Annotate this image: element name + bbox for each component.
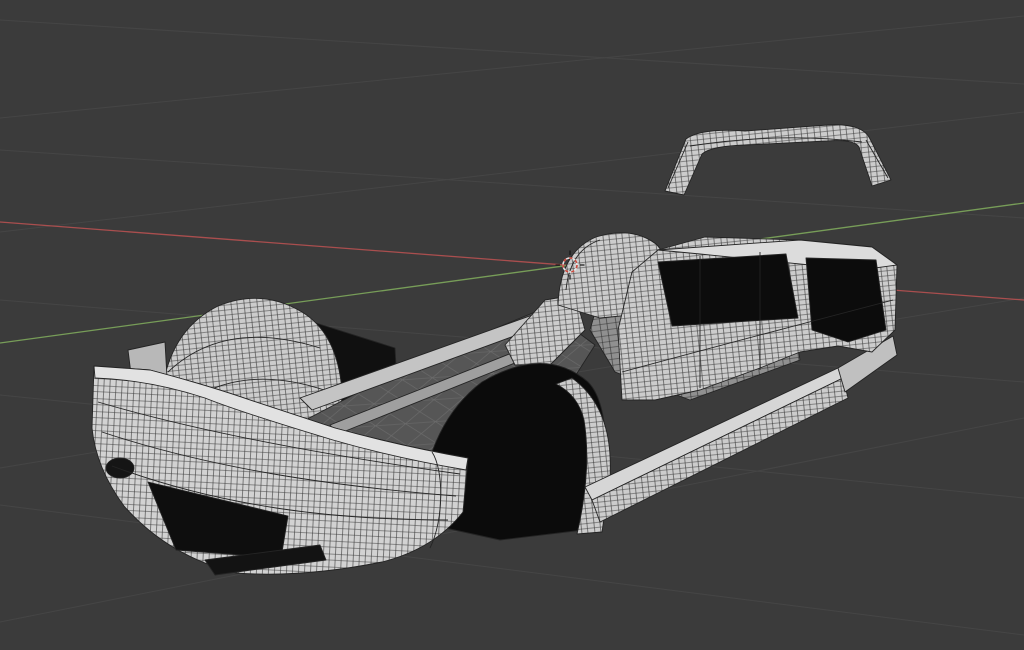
viewport-canvas[interactable] <box>0 0 1024 650</box>
rear-right-wheel-opening <box>805 257 887 343</box>
fog-lamp-opening <box>105 457 135 479</box>
rear-cockpit-opening <box>657 253 799 327</box>
3d-viewport[interactable] <box>0 0 1024 650</box>
